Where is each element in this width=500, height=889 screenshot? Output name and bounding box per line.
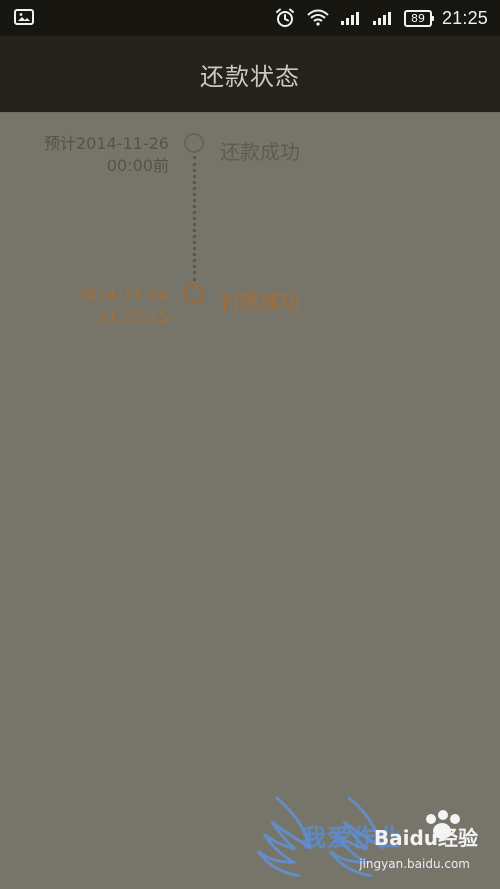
watermark-url: jingyan.baidu.com: [359, 857, 470, 871]
signal-icon: [340, 12, 359, 25]
timeline-step-label: 还款成功: [220, 140, 300, 164]
watermark-brand: Baidu经验: [373, 826, 478, 850]
timeline-step-clock: 21:22:15: [97, 307, 169, 326]
timeline-step-date: 2014-11-24: [76, 285, 169, 304]
wifi-icon: [307, 9, 329, 26]
timeline-connector: [193, 156, 196, 281]
alarm-icon: [275, 8, 294, 27]
timeline-step-date: 预计2014-11-26: [44, 134, 169, 153]
timeline-node-icon: [184, 284, 204, 304]
timeline-step-clock: 00:00前: [106, 156, 169, 175]
watermark: 我爱作业 Baidu经验 jingyan.baidu.com: [248, 792, 478, 877]
page-title: 还款状态: [200, 62, 300, 91]
signal-icon: [372, 12, 391, 25]
timeline-step-time: 预计2014-11-26 00:00前: [44, 133, 169, 177]
timeline-node-icon: [184, 133, 204, 153]
timeline-step-time: 2014-11-24 21:22:15: [76, 284, 169, 328]
repayment-timeline: 预计2014-11-26 00:00前 还款成功 2014-11-24 21:2…: [0, 113, 500, 453]
image-icon: [14, 9, 34, 25]
battery-level: 89: [410, 11, 425, 25]
battery-icon: 89: [403, 9, 434, 27]
status-time: 21:25: [441, 7, 488, 28]
status-icons-group: 89 21:25: [274, 0, 488, 36]
title-bar: 还款状态: [0, 36, 500, 112]
status-bar: 89 21:25: [0, 0, 500, 36]
timeline-step-label: 付款成功: [220, 290, 300, 314]
